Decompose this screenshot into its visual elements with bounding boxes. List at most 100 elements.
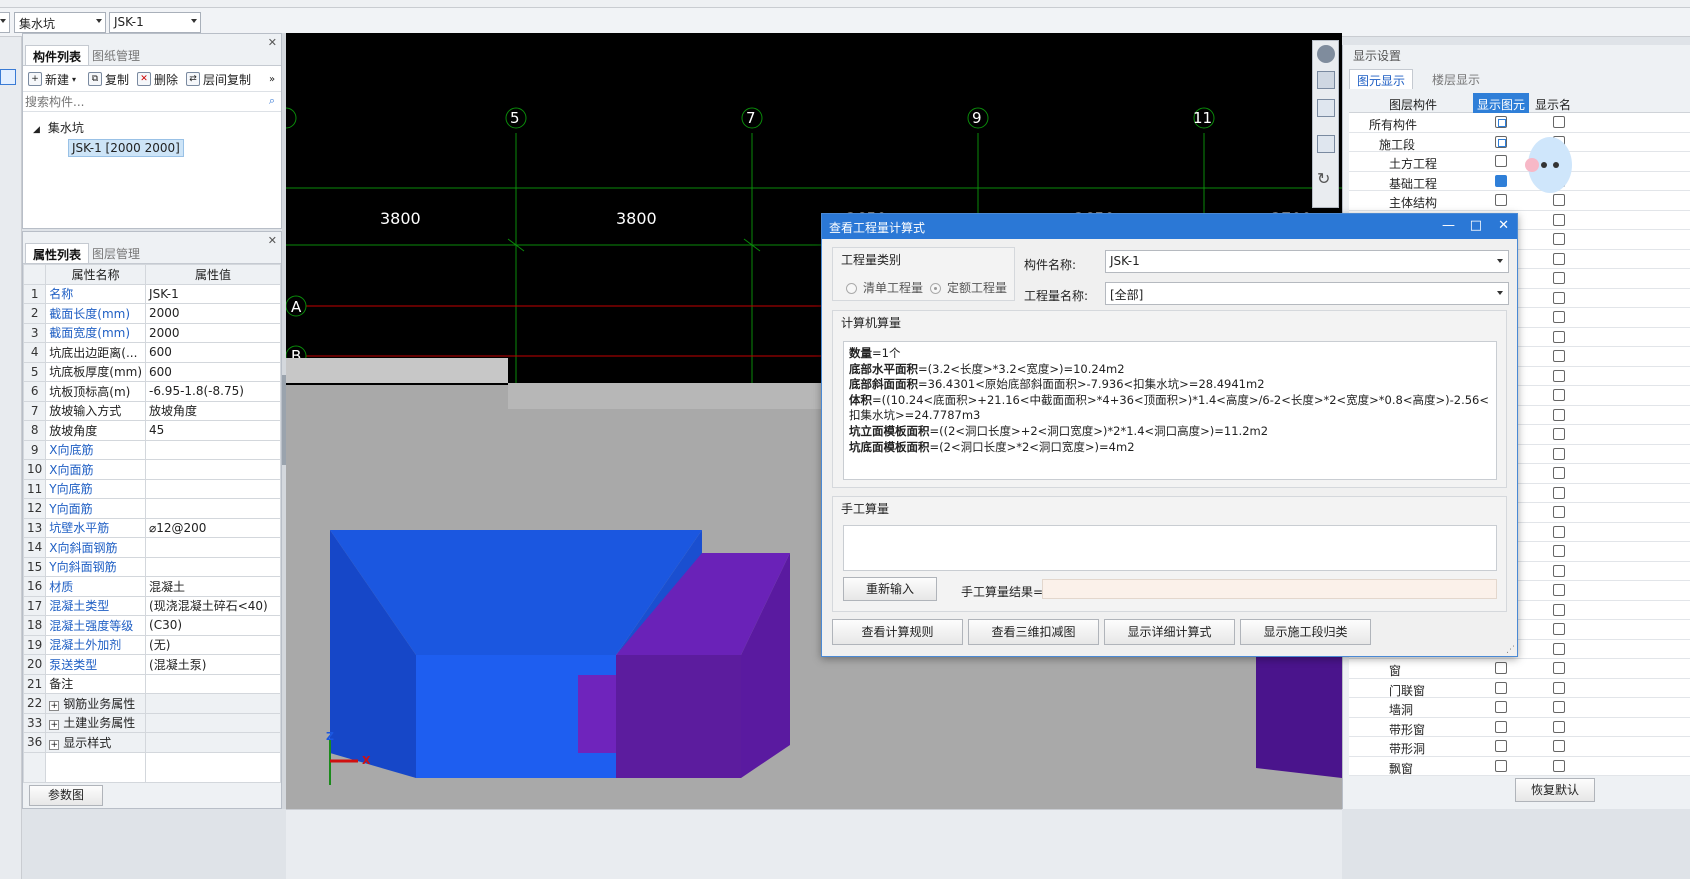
display-row[interactable]: 窗 [1349, 659, 1690, 679]
property-row[interactable]: 19 混凝土外加剂 (无) [22, 634, 281, 655]
show-element-checkbox[interactable] [1495, 701, 1507, 713]
show-name-checkbox[interactable] [1553, 311, 1565, 323]
show-name-checkbox[interactable] [1553, 233, 1565, 245]
new-button[interactable]: + 新建 ▾ [28, 69, 76, 89]
search-input[interactable] [25, 94, 261, 110]
expand-icon[interactable]: + [49, 720, 60, 731]
show-name-checkbox[interactable] [1553, 701, 1565, 713]
property-group-row[interactable]: 36 + 显示样式 [22, 732, 281, 753]
show-element-checkbox[interactable] [1495, 135, 1507, 148]
dock-icon[interactable] [0, 69, 16, 85]
property-value[interactable]: 混凝土 [145, 576, 281, 597]
view-calc-rules-button[interactable]: 查看计算规则 [832, 619, 963, 645]
display-row[interactable]: 飘窗 [1349, 756, 1690, 776]
more-icon[interactable]: » [269, 69, 275, 89]
close-icon[interactable]: ✕ [1498, 218, 1509, 233]
show-construction-section-button[interactable]: 显示施工段归类 [1240, 619, 1371, 645]
show-name-checkbox[interactable] [1553, 369, 1565, 382]
display-row[interactable]: 墙洞 [1349, 698, 1690, 718]
property-row[interactable]: 4 坑底出边距离(... 600 [22, 342, 281, 363]
display-row[interactable]: 带形窗 [1349, 717, 1690, 737]
show-name-checkbox[interactable] [1553, 720, 1565, 733]
maximize-icon[interactable]: □ [1470, 218, 1482, 233]
floor-copy-button[interactable]: ⇄ 层间复制 [186, 69, 251, 89]
property-row[interactable]: 10 X向面筋 [22, 459, 281, 480]
show-name-checkbox[interactable] [1553, 525, 1565, 538]
cube-view-icon[interactable] [1317, 99, 1335, 117]
property-row[interactable]: 21 备注 [22, 673, 281, 694]
property-value[interactable]: (混凝土泵) [145, 654, 281, 675]
show-name-checkbox[interactable] [1553, 584, 1565, 596]
orbit-icon[interactable] [1317, 45, 1335, 63]
tree-item-jsk1[interactable]: JSK-1 [2000 2000] [68, 139, 184, 157]
show-name-checkbox[interactable] [1553, 486, 1565, 499]
display-row[interactable]: 所有构件 [1349, 113, 1690, 133]
show-name-checkbox[interactable] [1553, 428, 1565, 440]
radio-list-qty[interactable]: 清单工程量 [846, 279, 923, 296]
show-name-checkbox[interactable] [1553, 447, 1565, 460]
show-element-checkbox[interactable] [1495, 681, 1507, 694]
restore-default-button[interactable]: 恢复默认 [1515, 778, 1595, 802]
show-name-checkbox[interactable] [1553, 408, 1565, 421]
property-value[interactable] [145, 498, 281, 519]
tab-element-display[interactable]: 图元显示 [1349, 69, 1414, 89]
show-element-checkbox[interactable] [1495, 116, 1507, 128]
component-name-combo[interactable]: JSK-1 [1105, 250, 1509, 273]
property-value[interactable] [145, 459, 281, 480]
param-diagram-button[interactable]: 参数图 [29, 785, 103, 806]
search-icon[interactable]: ⌕ [269, 94, 275, 108]
property-row[interactable]: 1 名称 JSK-1 [22, 283, 281, 304]
show-element-checkbox[interactable] [1495, 155, 1507, 167]
radio-quota-qty[interactable]: 定额工程量 [930, 279, 1007, 296]
display-row[interactable]: 土方工程 [1349, 152, 1690, 172]
display-row[interactable]: 基础工程 [1349, 171, 1690, 191]
property-group-label[interactable]: + 显示样式 [45, 732, 147, 753]
property-row[interactable]: 2 截面长度(mm) 2000 [22, 303, 281, 324]
show-name-checkbox[interactable] [1553, 642, 1565, 655]
property-row[interactable]: 8 放坡角度 45 [22, 420, 281, 441]
property-row[interactable]: 7 放坡输入方式 放坡角度 [22, 400, 281, 421]
dialog-title-bar[interactable]: 查看工程量计算式 — □ ✕ [822, 214, 1517, 239]
property-value[interactable] [145, 673, 281, 694]
property-value[interactable]: -6.95-1.8(-8.75) [145, 381, 281, 402]
property-row[interactable]: 13 坑壁水平筋 ⌀12@200 [22, 517, 281, 538]
close-icon[interactable]: ✕ [268, 234, 277, 247]
expand-icon[interactable]: + [49, 700, 60, 711]
show-name-checkbox[interactable] [1553, 759, 1565, 772]
show-name-checkbox[interactable] [1553, 681, 1565, 694]
property-value[interactable] [145, 556, 281, 577]
property-group-row[interactable]: 22 + 钢筋业务属性 [22, 693, 281, 714]
property-value[interactable] [145, 439, 281, 460]
manual-calc-input[interactable] [843, 525, 1497, 571]
property-value[interactable]: 2000 [145, 303, 281, 324]
show-name-checkbox[interactable] [1553, 623, 1565, 635]
property-value[interactable]: JSK-1 [145, 283, 281, 304]
property-value[interactable]: 45 [145, 420, 281, 441]
qty-name-combo[interactable]: [全部] [1105, 282, 1509, 305]
show-element-checkbox[interactable] [1495, 194, 1507, 206]
show-name-checkbox[interactable] [1553, 545, 1565, 557]
property-row[interactable]: 15 Y向斜面钢筋 [22, 556, 281, 577]
property-group-label[interactable]: + 钢筋业务属性 [45, 693, 147, 714]
property-row[interactable]: 6 坑板顶标高(m) -6.95-1.8(-8.75) [22, 381, 281, 402]
property-row[interactable]: 17 混凝土类型 (现浇混凝土碎石<40) [22, 595, 281, 616]
property-value[interactable]: (现浇混凝土碎石<40) [145, 595, 281, 616]
display-row[interactable]: 施工段 [1349, 132, 1690, 152]
property-value[interactable]: (C30) [145, 615, 281, 636]
copy-button[interactable]: ⧉ 复制 [88, 69, 129, 89]
view-3d-deduction-button[interactable]: 查看三维扣减图 [968, 619, 1099, 645]
box-icon[interactable] [1317, 135, 1335, 153]
delete-button[interactable]: ✕ 删除 [137, 69, 178, 89]
show-name-checkbox[interactable] [1553, 506, 1565, 518]
property-row[interactable]: 3 截面宽度(mm) 2000 [22, 322, 281, 343]
tab-property-list[interactable]: 属性列表 [25, 243, 90, 263]
close-icon[interactable]: ✕ [268, 36, 277, 49]
tab-drawing-manage[interactable]: 图纸管理 [85, 45, 147, 65]
property-row[interactable]: 20 泵送类型 (混凝土泵) [22, 654, 281, 675]
display-row[interactable]: 门联窗 [1349, 678, 1690, 698]
show-name-checkbox[interactable] [1553, 213, 1565, 226]
minimize-icon[interactable]: — [1442, 218, 1455, 233]
show-element-checkbox[interactable] [1495, 740, 1507, 752]
property-value[interactable]: ⌀12@200 [145, 517, 281, 538]
property-row[interactable]: 16 材质 混凝土 [22, 576, 281, 597]
